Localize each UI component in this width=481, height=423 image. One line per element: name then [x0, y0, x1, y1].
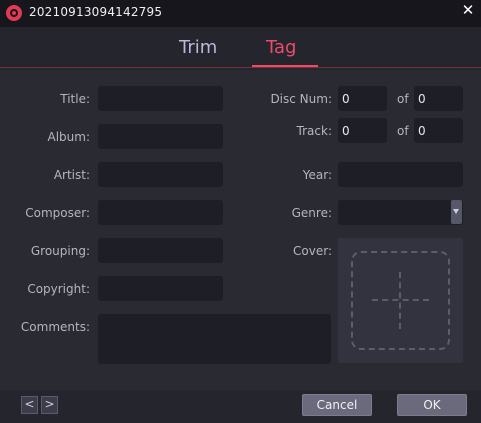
disc-of-label: of	[397, 92, 409, 106]
grouping-label: Grouping:	[30, 244, 90, 258]
year-label: Year:	[302, 168, 332, 182]
tab-tag[interactable]: Tag	[266, 37, 296, 58]
track-label: Track:	[296, 124, 332, 138]
tab-trim[interactable]: Trim	[179, 37, 217, 58]
tab-divider	[0, 67, 481, 68]
track-field[interactable]	[338, 118, 387, 143]
title-field[interactable]	[98, 86, 223, 111]
genre-label: Genre:	[291, 206, 332, 220]
comments-field[interactable]	[98, 314, 331, 364]
cancel-button[interactable]: Cancel	[302, 394, 372, 416]
next-button[interactable]: >	[41, 396, 58, 414]
title-bar: 20210913094142795 ✕	[0, 0, 481, 27]
dialog-footer: < > Cancel OK	[0, 390, 481, 423]
disc-num-label: Disc Num:	[270, 92, 332, 106]
disc-num-field[interactable]	[338, 86, 387, 111]
composer-label: Composer:	[25, 206, 90, 220]
copyright-field[interactable]	[98, 276, 223, 301]
track-total-field[interactable]	[414, 118, 463, 143]
track-of-label: of	[397, 124, 409, 138]
artist-label: Artist:	[53, 168, 90, 182]
title-label: Title:	[60, 92, 90, 106]
composer-field[interactable]	[98, 200, 223, 225]
chevron-down-icon[interactable]	[451, 200, 462, 224]
disc-total-field[interactable]	[414, 86, 463, 111]
add-cover-icon-vertical	[399, 272, 401, 329]
cover-label: Cover:	[293, 244, 332, 258]
tab-bar: Trim Tag	[0, 27, 481, 70]
artist-field[interactable]	[98, 162, 223, 187]
genre-select[interactable]	[338, 200, 463, 225]
previous-button[interactable]: <	[21, 396, 38, 414]
copyright-label: Copyright:	[27, 282, 90, 296]
album-label: Album:	[47, 130, 91, 144]
close-icon[interactable]: ✕	[459, 1, 477, 21]
cover-art-dropzone[interactable]	[338, 238, 463, 363]
year-field[interactable]	[338, 162, 463, 187]
app-logo-icon	[6, 5, 22, 21]
album-field[interactable]	[98, 124, 223, 149]
ok-button[interactable]: OK	[397, 394, 467, 416]
window-title: 20210913094142795	[29, 5, 163, 19]
comments-label: Comments:	[20, 320, 90, 334]
grouping-field[interactable]	[98, 238, 223, 263]
